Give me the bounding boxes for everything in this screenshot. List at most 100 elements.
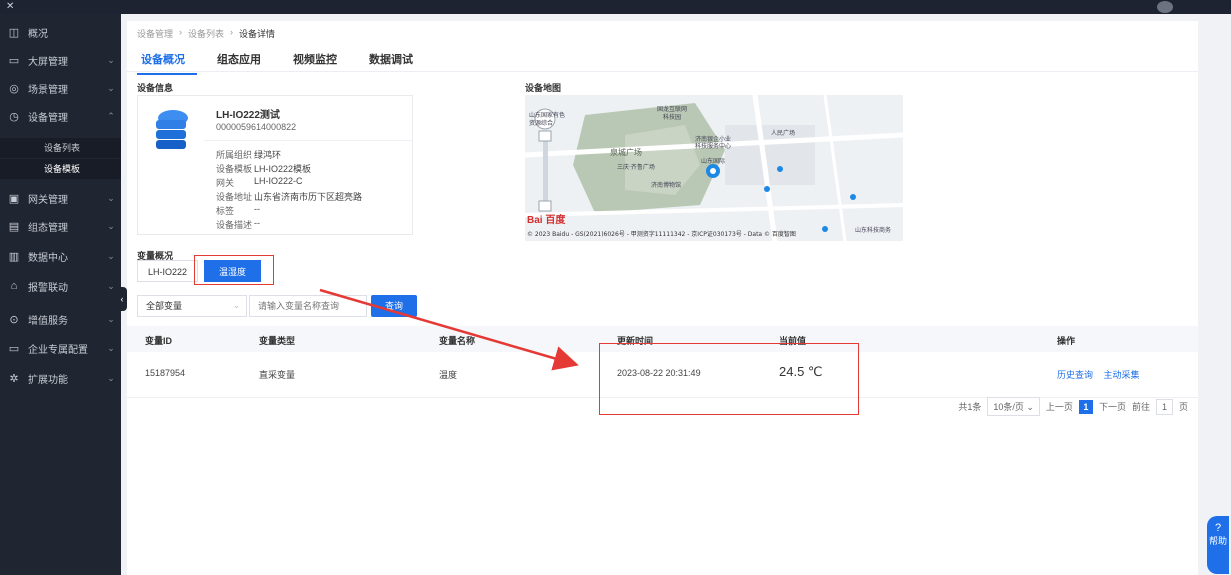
chevron-down-icon: ⌄: [233, 301, 240, 310]
extension-icon: ✲: [9, 372, 19, 385]
sidebar-item-label: 概况: [28, 28, 48, 40]
sidebar-item-enterprise[interactable]: ▭ 企业专属配置 ⌄: [0, 334, 121, 362]
sidebar-item-label: 报警联动: [28, 282, 68, 294]
device-name: LH-IO222测试: [216, 110, 280, 121]
main-panel: 设备管理 › 设备列表 › 设备详情 设备概况 组态应用 视频监控 数据调试 设备信…: [127, 21, 1198, 575]
sidebar-item-alarm[interactable]: ⌂ 报警联动 ⌄: [0, 272, 121, 300]
map-label: 三庆·齐鲁广场: [617, 163, 655, 171]
device-icon: ◷: [9, 110, 19, 123]
info-row-address: 设备地址 山东省济南市历下区超亮路: [216, 192, 363, 202]
device-cloud-icon: [156, 110, 188, 149]
goto-label: 前往: [1131, 402, 1150, 412]
annotation-box: [194, 255, 274, 285]
pagination: 共1条 10条/页 ⌄ 上一页 1 下一页 前往 1 页: [958, 397, 1188, 416]
sidebar-item-label: 场景管理: [28, 84, 68, 96]
sidebar-item-gateway[interactable]: ▣ 网关管理 ⌄: [0, 184, 121, 212]
device-serial: 0000059614000822: [216, 122, 297, 132]
info-row-org: 所属组织 绿鸿环: [216, 150, 282, 160]
map-label: 资源综合: [529, 119, 553, 127]
sidebar-subitem-device-list[interactable]: 设备列表: [0, 138, 121, 158]
sidebar-item-service[interactable]: ⊙ 增值服务 ⌄: [0, 305, 121, 333]
info-row-desc: 设备描述 --: [216, 218, 260, 230]
pager-total: 共1条: [958, 402, 982, 412]
divider: [127, 71, 1198, 72]
enterprise-icon: ▭: [8, 342, 20, 355]
cell-var-name: 温度: [439, 370, 458, 380]
breadcrumb: 设备管理 › 设备列表 › 设备详情: [137, 27, 276, 40]
info-row-tag: 标签 --: [216, 204, 260, 216]
monitor-icon: ▭: [8, 54, 20, 67]
sidebar-item-label: 扩展功能: [28, 374, 68, 386]
map-label: 泉城广场: [610, 147, 642, 157]
breadcrumb-item[interactable]: 设备列表: [188, 27, 224, 40]
sidebar-item-screen[interactable]: ▭ 大屏管理 ⌄: [0, 46, 121, 74]
alarm-icon: ⌂: [10, 280, 18, 292]
top-bar: ✕: [0, 0, 1231, 14]
divider: [204, 140, 412, 141]
map-label: 人民广场: [771, 129, 795, 137]
page-unit-label: 页: [1178, 402, 1188, 412]
sidebar-collapse-handle[interactable]: ‹: [117, 287, 127, 311]
data-chart-icon: ▥: [8, 250, 20, 263]
chevron-down-icon: ⌄: [107, 250, 115, 261]
map-label: 科技园: [663, 113, 681, 121]
map-label: 山东国家有色: [529, 111, 565, 119]
history-query-link[interactable]: 历史查询: [1057, 370, 1093, 380]
section-title-info: 设备信息: [137, 83, 174, 93]
map-label: 济南博物馆: [651, 181, 681, 189]
sidebar-item-label: 组态管理: [28, 222, 68, 234]
page-size-select[interactable]: 10条/页 ⌄: [987, 397, 1040, 416]
section-title-map: 设备地图: [525, 83, 562, 93]
variable-filter-select[interactable]: 全部变量 ⌄: [137, 295, 247, 317]
info-row-gateway: 网关 LH-IO222-C: [216, 176, 303, 188]
device-info-card: LH-IO222测试 0000059614000822 所属组织 绿鸿环 设备模板…: [137, 95, 413, 235]
chevron-down-icon: ⌄: [107, 192, 115, 203]
sidebar-item-label: 数据中心: [28, 252, 68, 264]
sidebar-item-data-center[interactable]: ▥ 数据中心 ⌄: [0, 242, 121, 270]
sidebar-item-label: 网关管理: [28, 194, 68, 206]
help-float-button[interactable]: ? 帮助: [1207, 516, 1229, 574]
config-icon: ▤: [8, 220, 20, 233]
sidebar-item-device[interactable]: ◷ 设备管理 ⌃: [0, 102, 121, 130]
help-icon: ?: [1214, 522, 1222, 534]
sidebar-item-config[interactable]: ▤ 组态管理 ⌄: [0, 212, 121, 240]
device-map[interactable]: 山东国家有色 资源综合 国龙互联网 科技园 泉城广场 人民广场 三庆·齐鲁广场 …: [525, 95, 903, 241]
column-header: 变量类型: [259, 336, 296, 346]
column-header: 变量名称: [439, 336, 476, 346]
sidebar-item-overview[interactable]: ◫ 概况: [0, 18, 121, 46]
gateway-icon: ▣: [8, 192, 20, 205]
annotation-box: [599, 343, 859, 415]
variable-search-input[interactable]: [249, 295, 367, 317]
sidebar: ◫ 概况 ▭ 大屏管理 ⌄ ◎ 场景管理 ⌄ ◷ 设备管理 ⌃ 设备列表 设备模…: [0, 14, 121, 575]
info-row-template: 设备模板 LH-IO222模板: [216, 164, 312, 174]
scene-icon: ◎: [9, 82, 19, 95]
cell-var-type: 直采变量: [259, 370, 296, 380]
sidebar-subitem-device-template[interactable]: 设备模板: [0, 159, 121, 179]
map-label: 山东科技商务: [855, 226, 891, 234]
service-icon: ⊙: [9, 313, 19, 326]
map-label: 济南银企小业: [695, 135, 731, 143]
map-label: 科技服务中心: [695, 142, 731, 150]
query-button[interactable]: 查询: [371, 295, 417, 317]
page-number[interactable]: 1: [1078, 399, 1093, 414]
map-canvas[interactable]: 山东国家有色 资源综合 国龙互联网 科技园 泉城广场 人民广场 三庆·齐鲁广场 …: [525, 95, 903, 241]
active-collect-link[interactable]: 主动采集: [1104, 370, 1140, 380]
sidebar-item-label: 企业专属配置: [28, 344, 88, 356]
column-header: 操作: [1057, 336, 1076, 346]
avatar[interactable]: [1157, 1, 1173, 13]
var-tag-device[interactable]: LH-IO222: [137, 260, 199, 282]
breadcrumb-current: 设备详情: [239, 29, 276, 39]
goto-page-input[interactable]: 1: [1155, 398, 1173, 415]
breadcrumb-item[interactable]: 设备管理: [137, 27, 173, 40]
chevron-up-icon: ⌃: [107, 110, 115, 121]
chevron-down-icon: ⌄: [107, 313, 115, 324]
map-copyright: © 2023 Baidu - GS(2021)6026号 - 甲测资字11111…: [527, 230, 796, 238]
column-header: 变量ID: [145, 336, 173, 346]
prev-page-button[interactable]: 上一页: [1046, 400, 1073, 413]
baidu-logo: Bai 百度: [527, 213, 566, 226]
sidebar-item-scene[interactable]: ◎ 场景管理 ⌄: [0, 74, 121, 102]
cell-var-id: 15187954: [145, 368, 186, 378]
sidebar-item-extension[interactable]: ✲ 扩展功能 ⌄: [0, 364, 121, 392]
sidebar-item-label: 设备管理: [28, 112, 68, 124]
next-page-button[interactable]: 下一页: [1099, 400, 1126, 413]
